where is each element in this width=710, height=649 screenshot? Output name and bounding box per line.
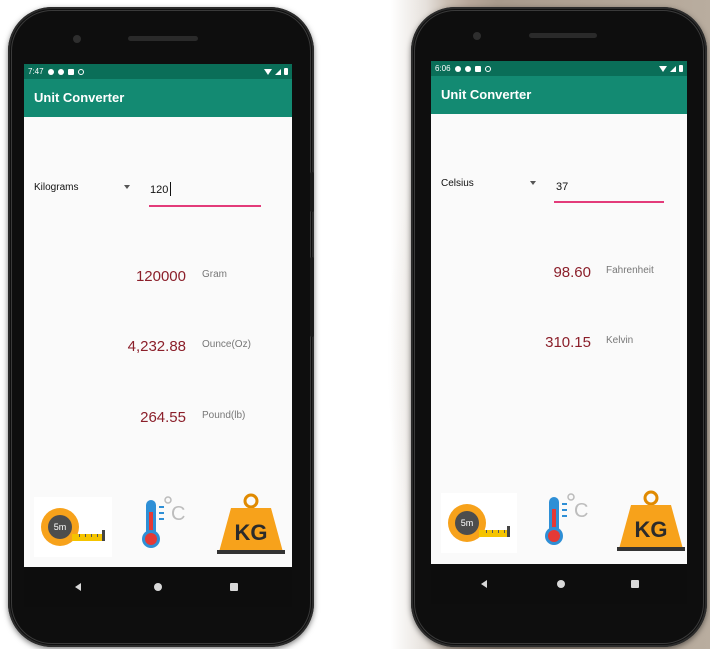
power-button bbox=[310, 172, 314, 212]
temperature-category-button[interactable]: C bbox=[533, 489, 601, 553]
sync-status-icon bbox=[484, 65, 491, 72]
weight-text: KG bbox=[235, 520, 268, 545]
weight-text: KG bbox=[635, 517, 668, 542]
temperature-category-button[interactable]: C bbox=[130, 492, 200, 556]
value-input[interactable]: 120 bbox=[150, 184, 168, 196]
earpiece-speaker bbox=[128, 36, 198, 41]
result-unit-kelvin: Kelvin bbox=[606, 335, 634, 346]
back-icon[interactable] bbox=[75, 583, 81, 591]
shield-status-icon bbox=[464, 65, 471, 72]
navigation-bar bbox=[24, 567, 292, 607]
tape-measure-text: 5m bbox=[461, 518, 474, 528]
battery-icon bbox=[284, 68, 288, 75]
weight-icon: KG bbox=[217, 493, 285, 554]
status-bar: 7:47 bbox=[24, 64, 292, 79]
value-input[interactable]: 37 bbox=[556, 181, 568, 193]
status-time: 7:47 bbox=[28, 67, 44, 76]
text-caret bbox=[170, 182, 171, 196]
front-camera bbox=[73, 35, 81, 43]
app-bar: Unit Converter bbox=[431, 76, 687, 114]
home-icon[interactable] bbox=[154, 583, 162, 591]
result-value-ounce: 4,232.88 bbox=[127, 338, 186, 355]
input-underline bbox=[554, 201, 664, 203]
result-unit-fahrenheit: Fahrenheit bbox=[606, 265, 654, 276]
result-value-pound: 264.55 bbox=[140, 409, 186, 426]
screen: 7:47 Unit Converter Kilograms 120 120000… bbox=[24, 64, 292, 607]
result-unit-ounce: Ounce(Oz) bbox=[202, 339, 251, 350]
navigation-bar bbox=[431, 564, 687, 604]
thermometer-icon: C bbox=[142, 496, 185, 548]
spinner-arrow-icon[interactable] bbox=[124, 185, 130, 189]
unit-spinner-label: Kilograms bbox=[34, 182, 79, 193]
recent-apps-icon[interactable] bbox=[230, 583, 238, 591]
tape-measure-icon: 5m bbox=[448, 504, 510, 542]
tape-measure-icon: 5m bbox=[41, 508, 105, 546]
settings-status-icon bbox=[47, 68, 54, 75]
battery-icon bbox=[679, 65, 683, 72]
shield-status-icon bbox=[57, 68, 64, 75]
result-value-fahrenheit: 98.60 bbox=[553, 264, 591, 281]
result-unit-pound: Pound(lb) bbox=[202, 410, 246, 421]
app-bar: Unit Converter bbox=[24, 79, 292, 117]
wifi-icon bbox=[659, 65, 667, 72]
volume-button bbox=[310, 257, 314, 337]
sim-status-icon bbox=[474, 65, 481, 72]
unit-spinner[interactable]: Celsius bbox=[441, 178, 474, 189]
front-camera bbox=[473, 32, 481, 40]
sync-status-icon bbox=[77, 68, 84, 75]
thermometer-icon: C bbox=[545, 493, 588, 545]
wifi-icon bbox=[264, 68, 272, 75]
result-value-gram: 120000 bbox=[135, 268, 186, 285]
phone-left: 7:47 Unit Converter Kilograms 120 120000… bbox=[8, 7, 314, 647]
sim-status-icon bbox=[67, 68, 74, 75]
result-value-kelvin: 310.15 bbox=[545, 334, 591, 351]
unit-spinner[interactable]: Kilograms bbox=[34, 182, 78, 193]
tape-measure-text: 5m bbox=[54, 522, 67, 532]
signal-icon bbox=[670, 65, 676, 72]
screen: 6:06 Unit Converter Celsius 37 98.60 Fah… bbox=[431, 61, 687, 604]
home-icon[interactable] bbox=[557, 580, 565, 588]
signal-icon bbox=[275, 68, 281, 75]
input-underline bbox=[149, 205, 261, 207]
length-category-button[interactable]: 5m bbox=[441, 493, 517, 553]
settings-status-icon bbox=[454, 65, 461, 72]
result-unit-gram: Gram bbox=[202, 269, 227, 280]
spinner-arrow-icon[interactable] bbox=[530, 181, 536, 185]
weight-category-button[interactable]: KG bbox=[611, 489, 687, 553]
celsius-text: C bbox=[171, 503, 185, 525]
unit-spinner-label: Celsius bbox=[441, 178, 474, 189]
app-title: Unit Converter bbox=[34, 90, 125, 105]
celsius-text: C bbox=[574, 500, 588, 522]
weight-icon: KG bbox=[617, 490, 685, 551]
phone-right: 6:06 Unit Converter Celsius 37 98.60 Fah… bbox=[411, 7, 707, 647]
recent-apps-icon[interactable] bbox=[631, 580, 639, 588]
earpiece-speaker bbox=[529, 33, 597, 38]
back-icon[interactable] bbox=[481, 580, 487, 588]
length-category-button[interactable]: 5m bbox=[34, 497, 112, 557]
app-title: Unit Converter bbox=[441, 87, 532, 102]
status-time: 6:06 bbox=[435, 64, 451, 73]
weight-category-button[interactable]: KG bbox=[209, 492, 289, 556]
status-bar: 6:06 bbox=[431, 61, 687, 76]
